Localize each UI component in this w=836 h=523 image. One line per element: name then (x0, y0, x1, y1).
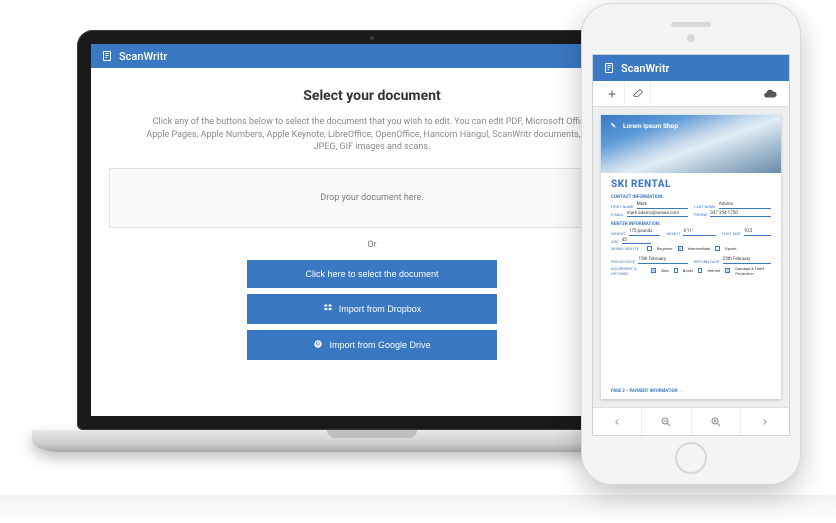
select-document-button[interactable]: Click here to select the document (247, 260, 497, 288)
eraser-button[interactable] (625, 81, 651, 107)
button-stack: Click here to select the document Import… (247, 260, 497, 360)
laptop-camera (370, 36, 374, 40)
laptop-body: Select your document Click any of the bu… (91, 68, 653, 374)
cloud-upload-button[interactable] (757, 87, 783, 101)
document-content: SKI RENTAL CONTACT INFORMATION: FIRST NA… (601, 173, 781, 386)
svg-text:G: G (317, 341, 321, 347)
phone-bottombar (593, 407, 789, 435)
foot-label: FOOT SIZE (722, 231, 741, 236)
foot-value: 10,5 (744, 229, 771, 236)
checkbox-intermediate: ✕ (678, 246, 683, 251)
document-title: SKI RENTAL (611, 179, 771, 190)
document-banner: Lorem Ipsum Shop (601, 115, 781, 173)
google-icon: G (313, 339, 323, 351)
contact-section-label: CONTACT INFORMATION: (611, 195, 771, 200)
add-button[interactable] (599, 81, 625, 107)
dropbox-icon (323, 303, 333, 315)
document-footer: PAGE 2 – PAYMENT INFORMATION → (601, 386, 781, 399)
shop-logo: Lorem Ipsum Shop (609, 121, 773, 131)
equipment-label: EQUIPMENT & OPTIONS (611, 266, 643, 276)
phone-toolbar (593, 81, 789, 107)
pickup-label: PICKUP DATE (611, 259, 635, 264)
first-name-value: Mark (637, 202, 688, 209)
first-name-label: FIRST NAME (611, 204, 634, 209)
zoom-in-button[interactable] (692, 408, 741, 435)
checkbox-beginner (647, 246, 652, 251)
app-name: ScanWritr (119, 50, 167, 63)
prev-page-button[interactable] (593, 408, 642, 435)
phone-app-header: ScanWritr (593, 55, 789, 81)
laptop-screen: ScanWritr Select your document Click any… (91, 44, 653, 416)
import-dropbox-button[interactable]: Import from Dropbox (247, 294, 497, 324)
age-label: AGE (611, 239, 619, 244)
document-area[interactable]: Lorem Ipsum Shop SKI RENTAL CONTACT INFO… (593, 107, 789, 407)
height-value: 6'11" (683, 229, 715, 236)
import-gdrive-label: Import from Google Drive (329, 340, 430, 350)
checkbox-protection: ✕ (725, 268, 730, 273)
import-dropbox-label: Import from Dropbox (339, 304, 422, 314)
equipment-row: EQUIPMENT & OPTIONS ✕Skis Boots Helmet ✕… (611, 266, 771, 276)
dropzone[interactable]: Drop your document here. (109, 168, 635, 228)
checkbox-skis: ✕ (651, 268, 656, 273)
renter-section-label: RENTER INFORMATION: (611, 222, 771, 227)
phone-home-button[interactable] (675, 442, 707, 474)
brand-icon (101, 50, 113, 62)
laptop-notch (327, 430, 417, 438)
phone-value: 347 354 1750 (710, 211, 771, 218)
checkbox-helmet (698, 268, 702, 273)
email-label: E-MAIL (611, 212, 624, 217)
or-label: Or (109, 240, 635, 250)
shop-name: Lorem Ipsum Shop (623, 122, 678, 130)
brand-icon (603, 62, 615, 74)
phone-app-name: ScanWritr (621, 62, 670, 75)
height-label: HEIGHT (666, 231, 680, 236)
page-title: Select your document (109, 88, 635, 104)
page-description: Click any of the buttons below to select… (142, 116, 602, 154)
zoom-out-button[interactable] (642, 408, 691, 435)
dropzone-label: Drop your document here. (320, 193, 423, 203)
last-name-label: LAST NAME (694, 204, 716, 209)
last-name-value: Adams (719, 202, 771, 209)
ability-row: SKIING ABILITY Beginner ✕Intermediate Ex… (611, 246, 771, 251)
phone-screen: ScanWritr Lorem Ipsum Shop (592, 54, 790, 436)
ability-label: SKIING ABILITY (611, 246, 639, 251)
phone-device: ScanWritr Lorem Ipsum Shop (582, 4, 800, 484)
weight-label: WEIGHT (611, 231, 626, 236)
checkbox-boots (674, 268, 678, 273)
select-document-label: Click here to select the document (305, 269, 438, 279)
return-value: 25th February (723, 257, 771, 264)
pickup-value: 15th February (638, 257, 688, 264)
weight-value: 175 pounds (629, 229, 661, 236)
checkbox-expert (715, 246, 720, 251)
phone-label: PHONE (694, 212, 707, 217)
email-value: mark.adams@vanaia.com (627, 211, 688, 218)
import-gdrive-button[interactable]: G Import from Google Drive (247, 330, 497, 360)
age-value: 45 (622, 238, 651, 245)
document-preview: Lorem Ipsum Shop SKI RENTAL CONTACT INFO… (601, 115, 781, 399)
app-header: ScanWritr (91, 44, 653, 68)
laptop-bezel: ScanWritr Select your document Click any… (77, 30, 667, 430)
return-label: RETURN DATE (694, 259, 720, 264)
next-page-button[interactable] (741, 408, 789, 435)
